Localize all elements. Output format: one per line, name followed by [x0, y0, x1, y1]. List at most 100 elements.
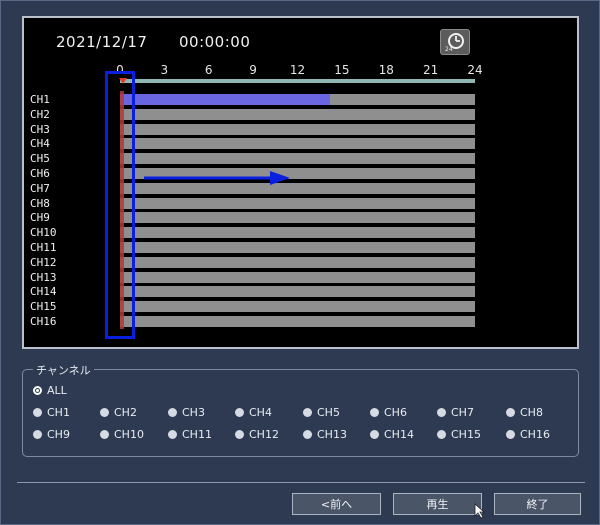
- annotation-highlight-box: [105, 71, 135, 339]
- channel-timeline-bar[interactable]: [120, 316, 475, 327]
- radio-icon: [370, 408, 379, 417]
- channel-timeline-bar[interactable]: [120, 286, 475, 298]
- radio-icon: [506, 430, 515, 439]
- channel-timeline-bar[interactable]: [120, 242, 475, 253]
- radio-icon: [168, 430, 177, 439]
- channel-radio-label: CH16: [520, 428, 550, 441]
- channel-label: CH14: [30, 285, 57, 299]
- channel-label: CH13: [30, 270, 57, 284]
- channel-label: CH8: [30, 196, 50, 210]
- channel-radio[interactable]: CH12: [235, 428, 279, 441]
- radio-icon: [506, 408, 515, 417]
- channel-radio[interactable]: CH11: [168, 428, 212, 441]
- channel-radio[interactable]: CH2: [100, 406, 137, 419]
- play-button[interactable]: 再生: [393, 493, 482, 515]
- channel-radio-all[interactable]: ALL: [33, 384, 67, 397]
- channel-radio[interactable]: CH6: [370, 406, 407, 419]
- channel-radio-label: CH14: [384, 428, 414, 441]
- channel-radio-label: CH11: [182, 428, 212, 441]
- channel-timeline-bar[interactable]: [120, 153, 475, 165]
- mouse-pointer-icon: [474, 503, 486, 519]
- time-tick-label: 9: [249, 63, 257, 77]
- channel-label: CH6: [30, 167, 50, 180]
- channel-label: CH3: [30, 122, 50, 136]
- date-display: 2021/12/17: [56, 33, 148, 51]
- time-scale-bar[interactable]: [120, 79, 475, 83]
- channel-radio-label: CH1: [47, 406, 70, 419]
- channel-timeline-bar[interactable]: [120, 123, 475, 135]
- footer-divider: [17, 482, 585, 483]
- channel-label: CH11: [30, 241, 57, 254]
- radio-icon: [100, 430, 109, 439]
- channel-radio[interactable]: CH7: [437, 406, 474, 419]
- channel-timeline-bar[interactable]: [120, 271, 475, 283]
- channel-radio-label: CH15: [451, 428, 481, 441]
- channel-radio-label: CH10: [114, 428, 144, 441]
- time-tick-label: 15: [334, 63, 350, 77]
- channel-group-title: チャンネル: [33, 362, 94, 378]
- channel-label: CH12: [30, 255, 57, 269]
- channel-label: CH15: [30, 300, 57, 314]
- radio-icon: [100, 408, 109, 417]
- back-button[interactable]: <前へ: [292, 493, 381, 515]
- radio-selected-icon: [33, 386, 42, 395]
- channel-timeline-bar[interactable]: [120, 197, 475, 209]
- time-tick-label: 6: [204, 63, 213, 77]
- channel-label: CH10: [30, 226, 57, 240]
- channel-radio-label: CH5: [317, 406, 340, 419]
- channel-radio-label: CH9: [47, 428, 70, 441]
- playback-search-dialog: 2021/12/17 00:00:00 24 0 3 6 9 12 15 18 21 24 CH…: [0, 0, 600, 525]
- channel-radio[interactable]: CH9: [33, 428, 70, 441]
- channel-radio-label: CH12: [249, 428, 279, 441]
- channel-timeline-bar[interactable]: [120, 256, 475, 268]
- channel-radio-label: CH6: [384, 406, 407, 419]
- channel-radio[interactable]: CH8: [506, 406, 543, 419]
- channel-radio[interactable]: CH4: [235, 406, 272, 419]
- channel-radio-label: CH7: [451, 406, 474, 419]
- channel-label: CH4: [30, 137, 50, 151]
- channel-label: CH1: [30, 93, 50, 106]
- exit-button[interactable]: 終了: [494, 493, 581, 515]
- channel-radio[interactable]: CH16: [506, 428, 550, 441]
- channel-selection-group: チャンネル ALL CH1 CH2 CH3 CH4 CH5 CH6 CH7 CH8 CH9 CH1…: [22, 362, 579, 457]
- channel-radio[interactable]: CH15: [437, 428, 481, 441]
- time-search-button[interactable]: 24: [440, 29, 470, 55]
- clock-icon: 24: [445, 33, 464, 52]
- channel-timeline-bar[interactable]: [120, 212, 475, 224]
- channel-timeline-bar[interactable]: [120, 108, 475, 120]
- channel-radio[interactable]: CH13: [303, 428, 347, 441]
- channel-timeline-bar[interactable]: [120, 138, 475, 150]
- time-tick-label: 21: [422, 63, 439, 77]
- channel-radio-label: ALL: [47, 384, 67, 397]
- channel-radio[interactable]: CH10: [100, 428, 144, 441]
- channel-radio-label: CH8: [520, 406, 543, 419]
- radio-icon: [235, 408, 244, 417]
- channel-radio-label: CH4: [249, 406, 272, 419]
- channel-label: CH16: [30, 315, 57, 328]
- time-tick-label: 12: [289, 63, 306, 77]
- channel-radio[interactable]: CH5: [303, 406, 340, 419]
- channel-radio-label: CH3: [182, 406, 205, 419]
- recording-segment[interactable]: [120, 94, 331, 105]
- channel-radio[interactable]: CH3: [168, 406, 205, 419]
- channel-timeline-bar[interactable]: [120, 227, 475, 239]
- svg-text:24: 24: [445, 46, 453, 52]
- channel-radio[interactable]: CH1: [33, 406, 70, 419]
- radio-icon: [303, 408, 312, 417]
- timeline-view: 2021/12/17 00:00:00 24 0 3 6 9 12 15 18 21 24 CH…: [22, 16, 579, 349]
- radio-icon: [33, 430, 42, 439]
- channel-radio-label: CH2: [114, 406, 137, 419]
- radio-icon: [235, 430, 244, 439]
- channel-label: CH2: [30, 107, 50, 121]
- annotation-arrow-icon: [144, 171, 290, 185]
- radio-icon: [168, 408, 177, 417]
- channel-radio[interactable]: CH14: [370, 428, 414, 441]
- channel-radio-label: CH13: [317, 428, 347, 441]
- radio-icon: [437, 408, 446, 417]
- radio-icon: [33, 408, 42, 417]
- channel-label: CH9: [30, 211, 50, 225]
- time-tick-label: 18: [378, 63, 394, 77]
- channel-timeline-bar[interactable]: [120, 301, 475, 313]
- time-tick-label: 24: [467, 63, 483, 77]
- time-display: 00:00:00: [179, 33, 251, 51]
